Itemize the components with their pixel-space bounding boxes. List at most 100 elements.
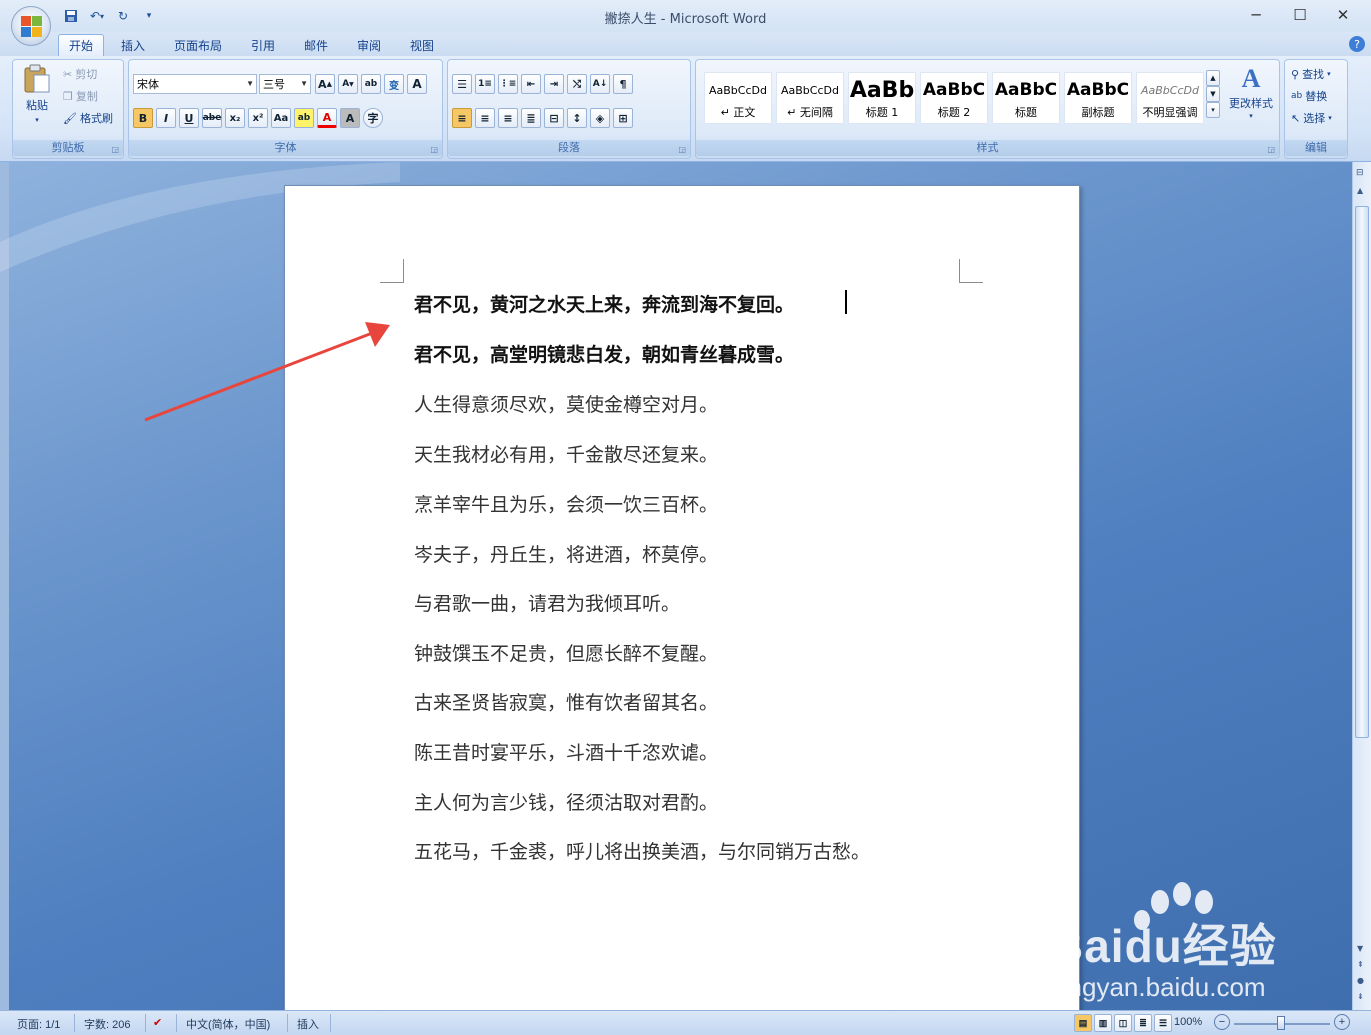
full-screen-reading-icon[interactable]: ▥	[1094, 1014, 1112, 1032]
maximize-button[interactable]: ☐	[1283, 2, 1317, 28]
document-line[interactable]: 五花马，千金裘，呼儿将出换美酒，与尔同销万古愁。	[414, 837, 870, 864]
next-page-icon[interactable]: ⇟	[1357, 992, 1364, 1001]
char-border-icon[interactable]: A	[407, 74, 427, 94]
shrink-font-icon[interactable]: A ▼	[338, 74, 358, 94]
document-line[interactable]: 与君歌一曲，请君为我倾耳听。	[414, 589, 680, 616]
document-line[interactable]: 烹羊宰牛且为乐，会须一饮三百杯。	[414, 490, 718, 517]
align-left-icon[interactable]: ≡	[452, 108, 472, 128]
office-button[interactable]	[11, 6, 51, 46]
proofing-icon[interactable]: ✔	[153, 1016, 162, 1029]
scroll-up-icon[interactable]: ▲	[1357, 186, 1363, 195]
subscript-icon[interactable]: x₂	[225, 108, 245, 128]
tab-references[interactable]: 引用	[241, 34, 285, 56]
dialog-launcher-icon[interactable]: ◲	[430, 145, 438, 154]
distribute-icon[interactable]: ⊟	[544, 108, 564, 128]
italic-icon[interactable]: I	[156, 108, 176, 128]
document-line[interactable]: 人生得意须尽欢，莫使金樽空对月。	[414, 390, 718, 417]
highlight-icon[interactable]: ab	[294, 108, 314, 128]
document-line[interactable]: 古来圣贤皆寂寞，惟有饮者留其名。	[414, 688, 718, 715]
more-styles-icon[interactable]: ▾	[1206, 102, 1220, 118]
bold-icon[interactable]: B	[133, 108, 153, 128]
outline-icon[interactable]: ≣	[1134, 1014, 1152, 1032]
paste-button[interactable]: 粘贴 ▾	[19, 64, 55, 124]
document-line[interactable]: 钟鼓馔玉不足贵，但愿长醉不复醒。	[414, 639, 718, 666]
minimize-button[interactable]: ─	[1239, 2, 1273, 28]
style-heading-1[interactable]: AaBb 标题 1	[848, 72, 916, 124]
text-direction-icon[interactable]: ⤭	[567, 74, 587, 94]
tab-home[interactable]: 开始	[58, 34, 105, 56]
document-line[interactable]: 君不见，高堂明镜悲白发，朝如青丝暮成雪。	[414, 340, 794, 367]
cut-button[interactable]: ✂ 剪切	[63, 66, 97, 82]
dialog-launcher-icon[interactable]: ◲	[1267, 145, 1275, 154]
close-button[interactable]: ✕	[1326, 2, 1360, 28]
grow-font-icon[interactable]: A ▲	[315, 74, 335, 94]
dialog-launcher-icon[interactable]: ◲	[111, 145, 119, 154]
style-subtitle[interactable]: AaBbC 副标题	[1064, 72, 1132, 124]
sort-icon[interactable]: A↓	[590, 74, 610, 94]
zoom-slider-thumb[interactable]	[1277, 1016, 1285, 1030]
document-line[interactable]: 天生我材必有用，千金散尽还复来。	[414, 440, 718, 467]
dialog-launcher-icon[interactable]: ◲	[678, 145, 686, 154]
insert-mode[interactable]: 插入	[297, 1016, 319, 1032]
help-icon[interactable]: ?	[1349, 36, 1365, 52]
align-right-icon[interactable]: ≡	[498, 108, 518, 128]
line-spacing-icon[interactable]: ↕	[567, 108, 587, 128]
align-center-icon[interactable]: ≡	[475, 108, 495, 128]
document-line[interactable]: 君不见，黄河之水天上来，奔流到海不复回。	[414, 290, 794, 317]
decrease-indent-icon[interactable]: ⇤	[521, 74, 541, 94]
borders-icon[interactable]: ⊞	[613, 108, 633, 128]
document-page[interactable]: 君不见，黄河之水天上来，奔流到海不复回。 君不见，高堂明镜悲白发，朝如青丝暮成雪…	[284, 185, 1080, 1010]
language-indicator[interactable]: 中文(简体，中国)	[186, 1016, 270, 1032]
zoom-out-icon[interactable]: −	[1214, 1014, 1230, 1030]
page-count[interactable]: 页面: 1/1	[17, 1016, 60, 1032]
change-case-icon[interactable]: Aa	[271, 108, 291, 128]
web-layout-icon[interactable]: ◫	[1114, 1014, 1132, 1032]
tab-page-layout[interactable]: 页面布局	[164, 34, 232, 56]
justify-icon[interactable]: ≣	[521, 108, 541, 128]
clear-format-icon[interactable]: ab	[361, 74, 381, 94]
change-styles-button[interactable]: A 更改样式 ▾	[1224, 64, 1278, 120]
font-size-select[interactable]: 三号 ▼	[259, 74, 311, 94]
document-line[interactable]: 陈王昔时宴平乐，斗酒十千恣欢谑。	[414, 738, 718, 765]
superscript-icon[interactable]: x²	[248, 108, 268, 128]
document-line[interactable]: 主人何为言少钱，径须沽取对君酌。	[414, 788, 718, 815]
multilevel-list-icon[interactable]: ⋮≡	[498, 74, 518, 94]
bullets-icon[interactable]: ☰	[452, 74, 472, 94]
tab-insert[interactable]: 插入	[111, 34, 155, 56]
format-painter-button[interactable]: 🖌 格式刷	[63, 110, 113, 126]
select-button[interactable]: ↖ 选择 ▾	[1291, 110, 1332, 126]
phonetic-guide-icon[interactable]: 变	[384, 74, 404, 94]
numbering-icon[interactable]: 1≡	[475, 74, 495, 94]
draft-icon[interactable]: ☰	[1154, 1014, 1172, 1032]
strikethrough-icon[interactable]: abe	[202, 108, 222, 128]
zoom-in-icon[interactable]: +	[1334, 1014, 1350, 1030]
print-layout-icon[interactable]: ▤	[1074, 1014, 1092, 1032]
show-marks-icon[interactable]: ¶	[613, 74, 633, 94]
char-shading-icon[interactable]: A	[340, 108, 360, 128]
font-color-icon[interactable]: A	[317, 108, 337, 128]
tab-view[interactable]: 视图	[400, 34, 444, 56]
style-no-spacing[interactable]: AaBbCcDd ↵ 无间隔	[776, 72, 844, 124]
increase-indent-icon[interactable]: ⇥	[544, 74, 564, 94]
shading-icon[interactable]: ◈	[590, 108, 610, 128]
scroll-down-icon[interactable]: ▼	[1357, 944, 1363, 953]
scroll-down-icon[interactable]: ▼	[1206, 86, 1220, 102]
word-count[interactable]: 字数: 206	[84, 1016, 130, 1032]
tab-mailings[interactable]: 邮件	[294, 34, 338, 56]
select-browse-object-icon[interactable]: ●	[1357, 976, 1364, 985]
ruler-toggle-icon[interactable]: ⊟	[1356, 168, 1364, 178]
style-title[interactable]: AaBbC 标题	[992, 72, 1060, 124]
style-normal[interactable]: AaBbCcDd ↵ 正文	[704, 72, 772, 124]
zoom-level[interactable]: 100%	[1174, 1016, 1202, 1028]
replace-button[interactable]: ab 替换	[1291, 88, 1327, 104]
style-subtle-emphasis[interactable]: AaBbCcDd 不明显强调	[1136, 72, 1204, 124]
vertical-scrollbar[interactable]: ⊟ ▲ ▼ ⇞ ● ⇟	[1352, 162, 1371, 1010]
document-line[interactable]: 岑夫子，丹丘生，将进酒，杯莫停。	[414, 540, 718, 567]
scroll-thumb[interactable]	[1355, 206, 1369, 738]
enclose-char-icon[interactable]: 字	[363, 108, 383, 128]
copy-button[interactable]: ❐ 复制	[63, 88, 98, 104]
tab-review[interactable]: 审阅	[347, 34, 391, 56]
scroll-up-icon[interactable]: ▲	[1206, 70, 1220, 86]
previous-page-icon[interactable]: ⇞	[1357, 960, 1364, 969]
style-heading-2[interactable]: AaBbC 标题 2	[920, 72, 988, 124]
